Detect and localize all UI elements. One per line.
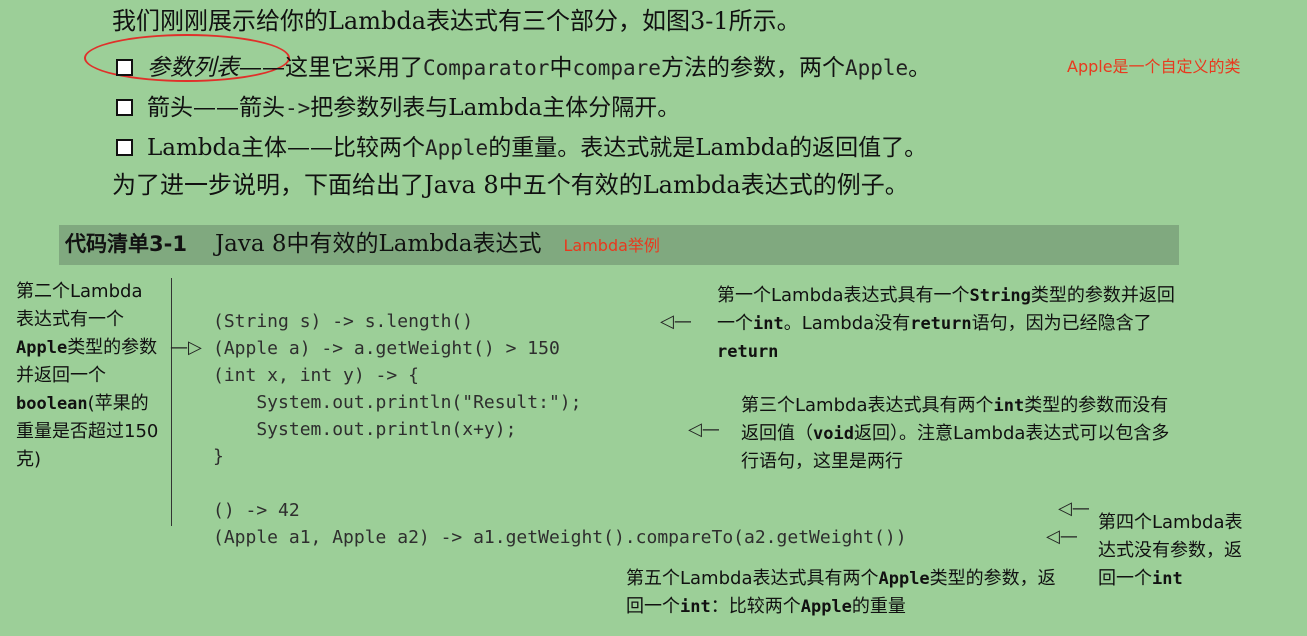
arrow-left-icon: ◁— <box>1058 498 1090 519</box>
listing-title: 代码清单3-1 Java 8中有效的Lambda表达式 Lambda举例 <box>65 231 660 257</box>
annotation-first-lambda: 第一个Lambda表达式具有一个String类型的参数并返回一个int。Lamb… <box>717 285 1175 362</box>
bullet-lambda-body: Lambda主体——比较两个Apple的重量。表达式就是Lambda的返回值了。 <box>116 128 927 162</box>
code-line: () -> 42 <box>213 500 300 521</box>
annotation-second-lambda: 第二个Lambda表达式有一个Apple类型的参数并返回一个boolean(苹果… <box>16 281 159 470</box>
red-note-apple-class: Apple是一个自定义的类 <box>1067 57 1241 76</box>
bullet-arrow: 箭头——箭头->把参数列表与Lambda主体分隔开。 <box>116 88 680 122</box>
code-line: (int x, int y) -> { <box>213 365 419 386</box>
checkbox-square-icon <box>116 99 133 116</box>
code-line: (Apple a1, Apple a2) -> a1.getWeight().c… <box>213 527 907 548</box>
left-bracket-line <box>171 278 172 526</box>
annotation-fourth-lambda: 第四个Lambda表达式没有参数，返回一个int <box>1098 512 1243 589</box>
arrow-right-icon: —▷ <box>170 337 202 358</box>
bullet-parameter-list: 参数列表——这里它采用了Comparator中compare方法的参数，两个Ap… <box>116 48 931 82</box>
intro-line-1: 我们刚刚展示给你的Lambda表达式有三个部分，如图3-1所示。 <box>112 7 801 35</box>
arrow-left-icon: ◁— <box>1046 526 1078 547</box>
checkbox-square-icon <box>116 139 133 156</box>
checkbox-square-icon <box>116 59 133 76</box>
intro-line-5: 为了进一步说明，下面给出了Java 8中五个有效的Lambda表达式的例子。 <box>112 171 909 199</box>
arrow-left-icon: ◁— <box>688 419 720 440</box>
annotation-fifth-lambda: 第五个Lambda表达式具有两个Apple类型的参数，返回一个int：比较两个A… <box>626 568 1056 617</box>
annotation-third-lambda: 第三个Lambda表达式具有两个int类型的参数而没有返回值（void返回）。注… <box>741 395 1170 472</box>
arrow-left-icon: ◁— <box>660 311 692 332</box>
